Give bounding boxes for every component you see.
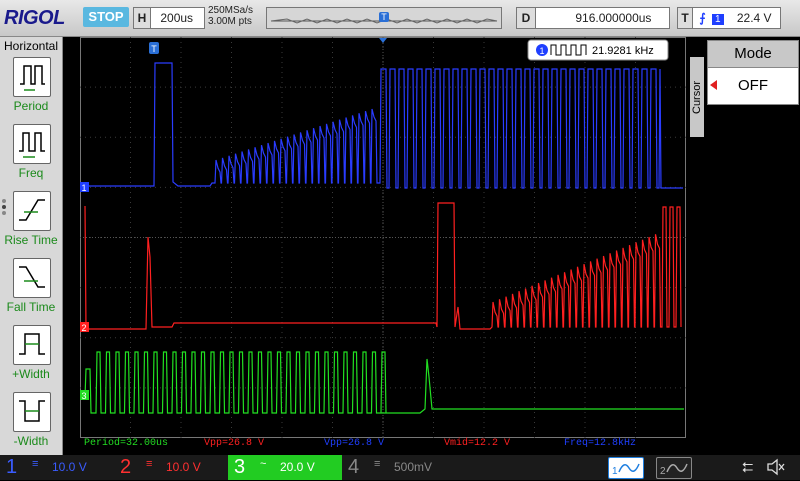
measure-minus-width-label: -Width (13, 434, 49, 448)
math-channel-1-icon[interactable]: 1 (608, 457, 644, 479)
measure-category-title: Horizontal (3, 39, 59, 53)
positive-width-icon (13, 325, 51, 365)
measure-plus-width-button[interactable]: +Width (0, 325, 62, 391)
trigger-key: T (678, 8, 693, 28)
measure-plus-width-label: +Width (12, 367, 50, 381)
measure-fall-time-label: Fall Time (6, 300, 56, 314)
measure-rise-time-label: Rise Time (4, 233, 58, 247)
negative-width-icon (13, 392, 51, 432)
channel-2-number: 2 (120, 456, 132, 478)
rise-time-icon (13, 191, 51, 231)
cursor-mode-value: OFF (738, 77, 768, 94)
acquisition-info: 250MSa/s 3.00M pts (208, 5, 253, 27)
channel-3-number: 3 (234, 456, 246, 478)
page-dots-icon[interactable] (2, 197, 8, 217)
timebase-key: H (134, 8, 151, 28)
measure-freq-label: Freq (18, 166, 44, 180)
delay-marker-icon (379, 38, 387, 43)
trigger-level: 22.4 V (736, 11, 772, 25)
svg-text:2: 2 (660, 466, 666, 477)
measure-minus-width-button[interactable]: -Width (0, 392, 62, 458)
cursor-menu-title: Cursor (690, 57, 704, 137)
speaker-icon[interactable] (766, 458, 786, 479)
sample-rate: 250MSa/s (208, 5, 254, 16)
channel-4-scale: 500mV (394, 460, 433, 474)
channel-1-marker-label: 1 (81, 183, 86, 193)
math-channel-2-icon[interactable]: 2 (656, 457, 692, 479)
channel-4-settings[interactable]: 4 ≡ 500mV (342, 455, 456, 480)
channel-3-waveform (84, 351, 684, 414)
measurement-period: Period=32.00us (84, 438, 169, 449)
cursor-menu: Cursor Mode OFF (687, 37, 800, 455)
channel-3-settings[interactable]: 3 ~ 20.0 V (228, 455, 342, 480)
delay-key: D (517, 8, 536, 28)
trigger-edge-icon: ⨍ (699, 11, 706, 25)
horizontal-timebase[interactable]: H 200us (133, 7, 205, 29)
trigger-settings[interactable]: T ⨍ 1 22.4 V (677, 7, 781, 29)
channel-status-bar: 1 ≡ 10.0 V 2 ≡ 10.0 V 3 ~ 20.0 V 4 ≡ 500… (0, 455, 800, 480)
trigger-position-marker: T (381, 12, 387, 22)
channel-3-scale: 20.0 V (280, 460, 315, 474)
waveform-display[interactable]: T 1 2 3 1 21.9281 kHz (79, 37, 686, 438)
frequency-counter-value: 21.9281 kHz (592, 45, 654, 57)
fall-time-icon (13, 258, 51, 298)
cursor-mode-label: Mode (707, 40, 799, 68)
channel-1-waveform (85, 62, 683, 189)
run-stop-indicator[interactable]: STOP (83, 7, 129, 27)
trigger-time-marker-label: T (151, 44, 157, 54)
measure-fall-time-button[interactable]: Fall Time (0, 258, 62, 324)
trigger-delay[interactable]: D 916.000000us (516, 7, 670, 29)
channel-1-number: 1 (6, 456, 18, 478)
measurement-vpp-ch1: Vpp=26.8 V (324, 438, 385, 449)
measure-freq-button[interactable]: Freq (0, 124, 62, 190)
channel-2-scale: 10.0 V (166, 460, 201, 474)
measurement-results: Period=32.00us Vpp=26.8 V Vpp=26.8 V Vmi… (80, 438, 686, 452)
memory-depth: 3.00M pts (208, 16, 252, 27)
period-icon (13, 57, 51, 97)
measure-menu: Horizontal Period Freq Rise Time Fall Ti… (0, 37, 63, 455)
memory-position-bar[interactable]: T (266, 7, 502, 29)
grid-lines (80, 37, 686, 438)
measure-rise-time-button[interactable]: Rise Time (0, 191, 62, 257)
rigol-logo: RIGOL (4, 7, 65, 29)
channel-3-marker-label: 3 (81, 391, 86, 401)
delay-value: 916.000000us (575, 11, 652, 25)
measurement-vmid: Vmid=12.2 V (444, 438, 511, 449)
cursor-mode-button[interactable]: OFF (707, 67, 799, 105)
channel-1-scale: 10.0 V (52, 460, 87, 474)
svg-text:1: 1 (612, 466, 618, 477)
waveform-svg: T 1 2 3 1 21.9281 kHz (79, 37, 686, 438)
memory-waveform-overview: T (270, 12, 498, 24)
channel-2-settings[interactable]: 2 ≡ 10.0 V (114, 455, 228, 480)
measurement-vpp-ch2: Vpp=26.8 V (204, 438, 265, 449)
arrow-left-icon (710, 80, 717, 90)
trigger-source: 1 (711, 14, 724, 25)
frequency-icon (13, 124, 51, 164)
dc-coupling-icon: ≡ (374, 458, 381, 470)
usb-icon: ⮄ (742, 459, 754, 475)
timebase-value: 200us (160, 11, 194, 25)
dc-coupling-icon: ≡ (32, 458, 39, 470)
frequency-counter-channel: 1 (539, 46, 544, 56)
channel-2-marker-label: 2 (81, 323, 86, 333)
measure-period-button[interactable]: Period (0, 57, 62, 123)
ac-coupling-icon: ~ (260, 458, 267, 470)
measurement-freq: Freq=12.8kHz (564, 438, 637, 449)
dc-coupling-icon: ≡ (146, 458, 153, 470)
channel-1-settings[interactable]: 1 ≡ 10.0 V (0, 455, 114, 480)
channel-4-number: 4 (348, 456, 360, 478)
top-status-bar: RIGOL STOP H 200us 250MSa/s 3.00M pts T … (0, 0, 800, 37)
measure-period-label: Period (13, 99, 49, 113)
